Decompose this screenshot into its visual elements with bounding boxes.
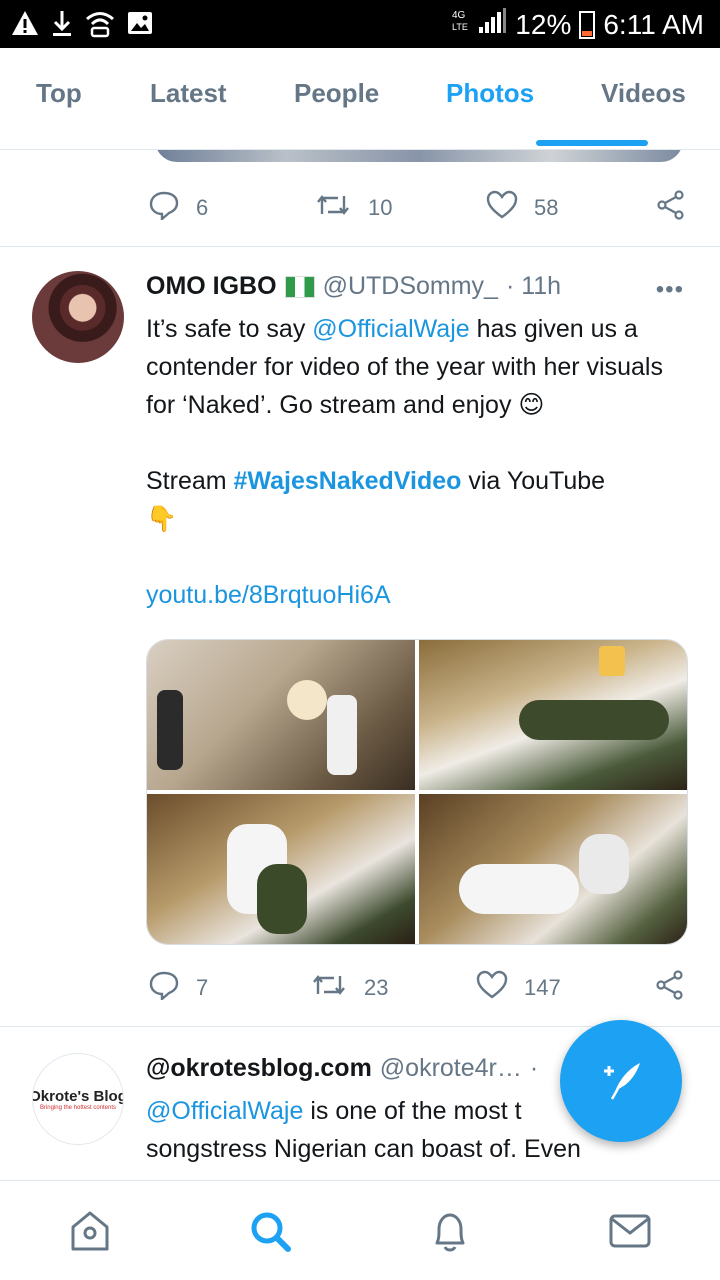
- tweet-photo-2[interactable]: [419, 640, 687, 790]
- reply-button[interactable]: 7: [148, 970, 208, 1005]
- mention-link[interactable]: @OfficialWaje: [312, 315, 469, 343]
- compose-tweet-button[interactable]: [560, 1020, 682, 1142]
- home-icon: [69, 1209, 111, 1258]
- status-bar: 4G LTE 12% 6:11 AM: [0, 0, 720, 48]
- tweet-text-part: is one of the most t: [303, 1097, 522, 1125]
- tweet-url: youtu.be/8BrqtuoHi6A: [146, 576, 698, 614]
- like-count: 58: [534, 194, 559, 220]
- clock: 6:11 AM: [603, 8, 704, 40]
- tweet-photo-1[interactable]: [147, 640, 415, 790]
- tab-people[interactable]: People: [294, 78, 379, 109]
- svg-text:4G: 4G: [452, 10, 466, 21]
- messages-icon: [608, 1211, 652, 1256]
- compose-feather-icon: [596, 1057, 646, 1106]
- image-icon: [126, 9, 154, 42]
- retweet-button[interactable]: 10: [314, 190, 392, 225]
- search-tabs: Top Latest People Photos Videos: [0, 48, 720, 150]
- heart-icon: [486, 190, 518, 225]
- reply-icon: [148, 190, 180, 225]
- notifications-tab[interactable]: [428, 1211, 472, 1255]
- stream-suffix: via YouTube: [461, 467, 606, 495]
- warning-icon: [10, 9, 40, 42]
- tab-latest[interactable]: Latest: [150, 78, 227, 109]
- pointing-down-emoji: 👇: [146, 504, 178, 533]
- avatar-logo-subtitle: Bringing the hottest contents: [39, 1104, 117, 1111]
- youtube-link[interactable]: youtu.be/8BrqtuoHi6A: [146, 581, 391, 609]
- tweet-text: It’s safe to say @OfficialWaje has given…: [146, 310, 698, 424]
- reply-button[interactable]: 6: [148, 190, 208, 225]
- user-handle[interactable]: @UTDSommy_: [323, 272, 498, 301]
- status-icons-left: [10, 8, 154, 43]
- reply-count: 7: [196, 974, 209, 1000]
- retweet-icon: [310, 970, 348, 1005]
- reply-count: 6: [196, 194, 209, 220]
- like-button[interactable]: 58: [486, 190, 558, 225]
- more-options-icon[interactable]: •••: [656, 276, 684, 304]
- retweet-button[interactable]: 23: [310, 970, 388, 1005]
- tab-photos[interactable]: Photos: [446, 78, 534, 109]
- retweet-count: 10: [368, 194, 393, 220]
- reply-icon: [148, 970, 180, 1005]
- hashtag-link[interactable]: #WajesNakedVideo: [234, 467, 462, 495]
- active-tab-indicator: [536, 140, 648, 146]
- wifi-icon: [84, 8, 116, 43]
- svg-text:LTE: LTE: [452, 22, 468, 32]
- user-handle[interactable]: @okrote4r…: [380, 1054, 522, 1083]
- avatar[interactable]: [32, 271, 124, 363]
- like-count: 147: [524, 974, 561, 1000]
- tweet-divider: [0, 246, 720, 247]
- battery-percent: 12%: [515, 8, 572, 40]
- tweet-text-part: It’s safe to say: [146, 315, 313, 343]
- tweet-text-stream: Stream #WajesNakedVideo via YouTube 👇: [146, 462, 698, 538]
- notifications-icon: [429, 1209, 471, 1258]
- tweet-photo-4[interactable]: [419, 794, 687, 944]
- smiling-face-emoji: 😊: [518, 390, 545, 419]
- share-button[interactable]: [656, 190, 686, 225]
- tweet-media-grid: [146, 639, 688, 945]
- heart-icon: [476, 970, 508, 1005]
- tab-videos[interactable]: Videos: [601, 78, 686, 109]
- like-button[interactable]: 147: [476, 970, 561, 1005]
- share-icon: [655, 970, 685, 1005]
- nigeria-flag-icon: [284, 275, 315, 298]
- lte-icon: 4G LTE: [451, 6, 469, 43]
- mention-link[interactable]: @OfficialWaje: [146, 1097, 303, 1125]
- tweet-text-line: songstress Nigerian can boast of. Even: [146, 1135, 581, 1163]
- tweet-header: OMO IGBO @UTDSommy_ · 11h: [146, 272, 561, 301]
- tweet-photo-3[interactable]: [147, 794, 415, 944]
- home-tab[interactable]: [68, 1211, 112, 1255]
- retweet-count: 23: [364, 974, 389, 1000]
- tab-top[interactable]: Top: [36, 78, 82, 109]
- avatar-logo-text: Okrote's Blog: [32, 1087, 124, 1105]
- display-name[interactable]: @okrotesblog.com: [146, 1054, 372, 1083]
- retweet-icon: [314, 190, 352, 225]
- battery-icon: [579, 10, 596, 39]
- tweet-header: @okrotesblog.com @okrote4r… ·: [146, 1054, 538, 1083]
- avatar[interactable]: Okrote's Blog Bringing the hottest conte…: [32, 1053, 124, 1145]
- tweet-time: ·: [529, 1054, 539, 1082]
- search-tab[interactable]: [248, 1211, 292, 1255]
- share-button[interactable]: [655, 970, 685, 1005]
- display-name[interactable]: OMO IGBO: [146, 272, 277, 301]
- share-icon: [656, 190, 686, 225]
- messages-tab[interactable]: [608, 1211, 652, 1255]
- previous-tweet-image[interactable]: [155, 150, 683, 162]
- signal-icon: [477, 7, 507, 42]
- search-icon: [248, 1209, 292, 1258]
- bottom-navigation: [0, 1180, 720, 1280]
- status-icons-right: 4G LTE 12% 6:11 AM: [451, 6, 704, 43]
- download-icon: [50, 8, 74, 43]
- stream-prefix: Stream: [146, 467, 234, 495]
- tweet-time: · 11h: [505, 272, 562, 300]
